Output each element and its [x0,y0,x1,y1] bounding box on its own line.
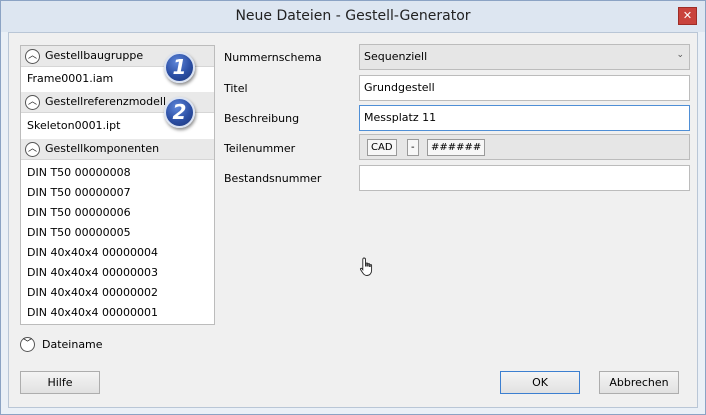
select-value: Sequenziell [364,50,428,63]
teilenummer-field[interactable]: CAD - ###### [359,134,690,160]
label-beschreibung: Beschreibung [224,112,300,125]
window-title: Neue Dateien - Gestell-Generator [235,8,471,24]
title-bar[interactable]: Neue Dateien - Gestell-Generator ✕ [1,1,705,32]
chevron-down-icon[interactable]: ﹀ [20,337,35,352]
section-label: Gestellkomponenten [45,142,160,155]
part-segment-separator[interactable]: - [407,139,419,156]
bestandsnummer-input[interactable] [359,165,690,191]
chevron-down-icon: ⌄ [676,50,684,60]
list-item[interactable]: DIN 40x40x4 00000002 [27,286,158,299]
list-item[interactable]: DIN T50 00000005 [27,226,131,239]
list-item[interactable]: DIN 40x40x4 00000003 [27,266,158,279]
list-item[interactable]: DIN 40x40x4 00000004 [27,246,158,259]
chevron-up-icon[interactable]: ︿ [25,142,40,157]
part-segment-prefix[interactable]: CAD [367,139,397,156]
section-gestellkomponenten[interactable]: ︿ Gestellkomponenten [21,139,214,160]
chevron-up-icon[interactable]: ︿ [25,95,40,110]
label-nummernschema: Nummernschema [224,51,322,64]
cancel-button[interactable]: Abbrechen [599,371,679,394]
callout-badge-1: 1 [164,52,195,83]
label-titel: Titel [224,82,248,95]
list-item[interactable]: DIN T50 00000007 [27,186,131,199]
close-button[interactable]: ✕ [678,7,697,25]
help-button[interactable]: Hilfe [20,371,100,394]
nummernschema-select[interactable]: Sequenziell ⌄ [359,44,690,70]
beschreibung-input[interactable]: Messplatz 11 [359,105,690,131]
ok-button[interactable]: OK [500,371,580,394]
section-label: Dateiname [42,338,103,351]
hand-cursor-icon [359,257,373,276]
part-segment-counter[interactable]: ###### [427,139,486,156]
titel-input[interactable]: Grundgestell [359,75,690,101]
label-bestandsnummer: Bestandsnummer [224,172,322,185]
label-teilenummer: Teilenummer [224,142,296,155]
dialog-window: Neue Dateien - Gestell-Generator ✕ ︿ Ges… [0,0,706,415]
list-item[interactable]: Frame0001.iam [27,72,113,85]
callout-badge-2: 2 [164,97,195,128]
list-item[interactable]: DIN 40x40x4 00000001 [27,306,158,319]
list-item[interactable]: DIN T50 00000008 [27,166,131,179]
section-label: Gestellbaugruppe [45,49,144,62]
file-tree-panel: ︿ Gestellbaugruppe Frame0001.iam ︿ Geste… [20,45,215,325]
list-item[interactable]: Skeleton0001.ipt [27,119,120,132]
chevron-up-icon[interactable]: ︿ [25,49,40,64]
dialog-body: ︿ Gestellbaugruppe Frame0001.iam ︿ Geste… [8,32,698,408]
section-label: Gestellreferenzmodell [45,95,167,108]
list-item[interactable]: DIN T50 00000006 [27,206,131,219]
